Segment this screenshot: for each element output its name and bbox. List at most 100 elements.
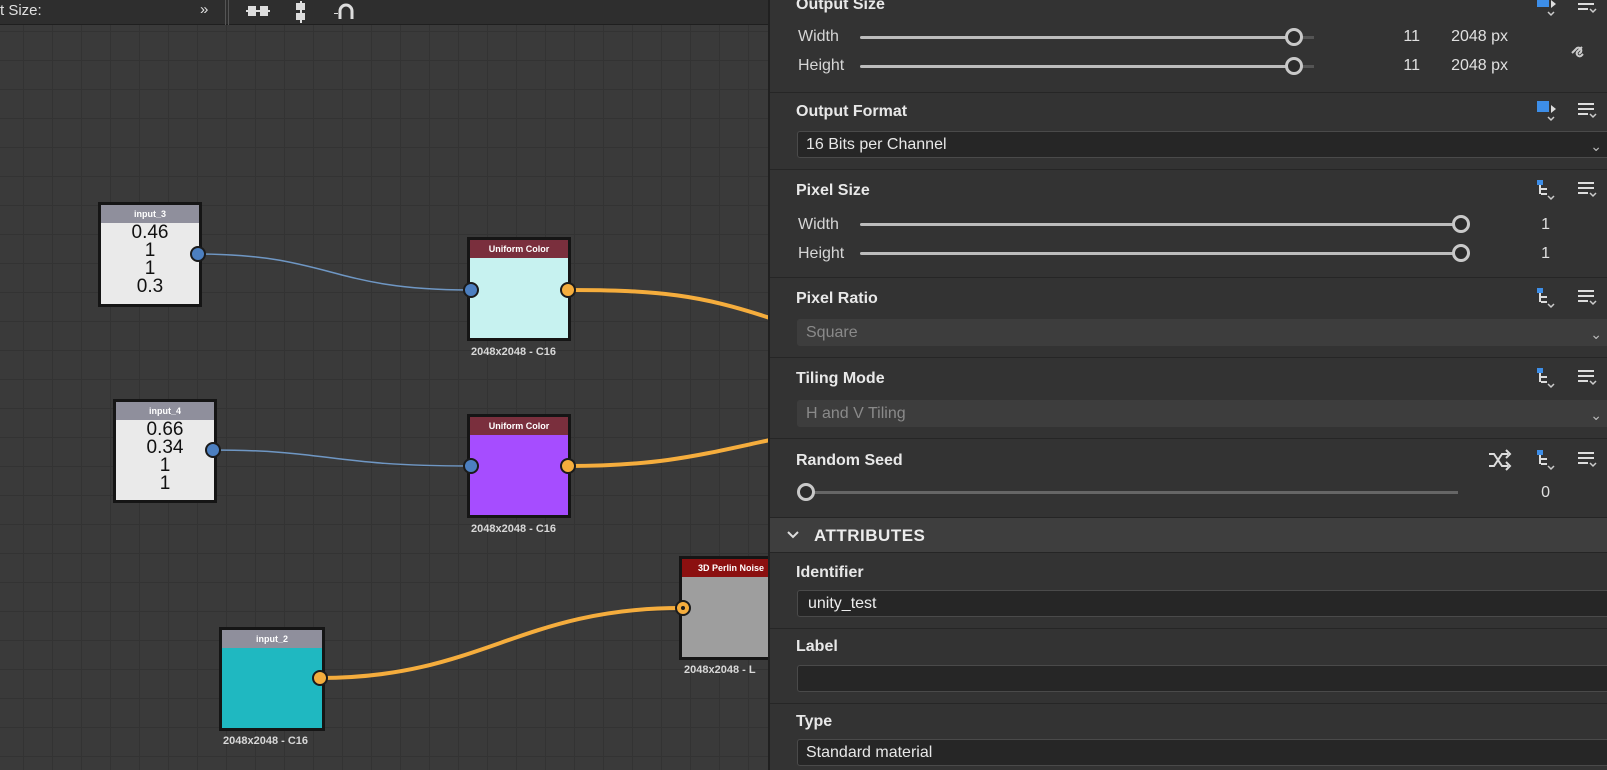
width-slider-knob[interactable]	[1285, 28, 1303, 46]
section-output-format: Output Format 16 Bits per Channel ⌄	[770, 93, 1607, 170]
section-title: Pixel Size	[796, 182, 870, 199]
node-title: input_4	[116, 402, 214, 420]
node-uniform-color-2[interactable]: Uniform Color	[467, 414, 571, 518]
height-px: 2048 px	[1451, 57, 1508, 74]
output-port[interactable]	[312, 670, 328, 686]
output-format-select[interactable]: 16 Bits per Channel ⌄	[797, 131, 1607, 158]
attributes-title: ATTRIBUTES	[814, 526, 926, 545]
section-tiling-mode: Tiling Mode H and V Tiling ⌄	[770, 359, 1607, 439]
align-horizontal-icon[interactable]	[246, 1, 270, 23]
section-identifier: Identifier unity_test	[770, 554, 1607, 629]
section-title: Output Format	[796, 103, 908, 120]
node-caption: 2048x2048 - C16	[471, 346, 557, 358]
options-menu-icon[interactable]	[1575, 366, 1603, 390]
output-port[interactable]	[560, 458, 576, 474]
node-title: input_3	[101, 205, 199, 223]
node-caption: 2048x2048 - C16	[471, 523, 557, 535]
input-port[interactable]	[675, 600, 691, 616]
chevron-down-icon	[786, 528, 800, 547]
identifier-input[interactable]: unity_test	[797, 590, 1607, 617]
input-port[interactable]	[463, 282, 479, 298]
output-size-label: t Size:	[0, 2, 42, 19]
height-slider-track[interactable]	[860, 65, 1292, 68]
width-label: Width	[798, 216, 839, 233]
seed-value[interactable]: 0	[1510, 484, 1550, 502]
node-uniform-color-1[interactable]: Uniform Color	[467, 237, 571, 341]
identifier-label: Identifier	[796, 564, 864, 581]
width-label: Width	[798, 28, 839, 45]
chevron-down-icon: ⌄	[1590, 407, 1602, 423]
inherit-parent-icon[interactable]	[1533, 99, 1561, 123]
label-label: Label	[796, 638, 838, 655]
pixel-width-slider-track[interactable]	[860, 223, 1458, 226]
options-menu-icon[interactable]	[1575, 99, 1603, 123]
node-3d-perlin-noise[interactable]: 3D Perlin Noise	[679, 556, 768, 660]
wire-input4-uniform2	[211, 449, 470, 467]
pixel-width-slider-knob[interactable]	[1452, 215, 1470, 233]
node-caption: 2048x2048 - C16	[223, 735, 309, 747]
options-menu-icon[interactable]	[1575, 0, 1603, 18]
width-px: 2048 px	[1451, 28, 1508, 45]
section-type: Type Standard material	[770, 705, 1607, 770]
wire-input2-perlin	[319, 606, 682, 680]
seed-slider-track[interactable]	[806, 491, 1458, 494]
node-caption: 2048x2048 - L	[684, 664, 756, 676]
output-port[interactable]	[205, 442, 221, 458]
tiling-mode-select[interactable]: H and V Tiling ⌄	[797, 400, 1607, 427]
height-label: Height	[798, 245, 845, 262]
options-menu-icon[interactable]	[1575, 448, 1603, 472]
pixel-ratio-select[interactable]: Square ⌄	[797, 319, 1607, 346]
hierarchy-icon[interactable]	[1533, 178, 1561, 202]
pixel-width-value[interactable]: 1	[1510, 216, 1550, 234]
attributes-header[interactable]: ATTRIBUTES	[770, 517, 1607, 553]
options-menu-icon[interactable]	[1575, 178, 1603, 202]
height-value[interactable]: 11	[1370, 57, 1420, 75]
section-pixel-size: Pixel Size Width 1 Height 1	[770, 171, 1607, 278]
label-input[interactable]	[797, 665, 1607, 692]
pixel-ratio-value: Square	[806, 324, 858, 341]
graph-wires	[195, 253, 768, 680]
section-title: Random Seed	[796, 452, 903, 469]
node-input-4[interactable]: input_4 0.66 0.34 1 1	[113, 399, 217, 503]
align-vertical-icon[interactable]	[290, 1, 314, 23]
type-select[interactable]: Standard material	[797, 739, 1607, 766]
output-port[interactable]	[560, 282, 576, 298]
width-slider-track[interactable]	[860, 36, 1292, 39]
magnet-icon[interactable]	[334, 1, 358, 23]
value-line: 1	[159, 473, 171, 494]
width-value[interactable]: 11	[1370, 28, 1420, 46]
graph-view[interactable]: input_3 0.46 1 1 0.3 input_4 0.66 0.34 1…	[0, 0, 768, 770]
output-format-value: 16 Bits per Channel	[806, 136, 947, 153]
wire-input3-uniform1	[195, 253, 470, 291]
section-output-size: Output Size Width 11 2048 px Height 11 2…	[770, 0, 1607, 93]
output-port[interactable]	[190, 246, 206, 262]
chevron-double-right-icon[interactable]: »	[200, 1, 208, 18]
value-line: 0.3	[136, 276, 164, 297]
node-title: input_2	[222, 630, 322, 648]
chevron-down-icon: ⌄	[1590, 326, 1602, 342]
pixel-height-value[interactable]: 1	[1510, 245, 1550, 263]
hierarchy-icon[interactable]	[1533, 286, 1561, 310]
node-input-2[interactable]: input_2	[219, 627, 325, 731]
options-menu-icon[interactable]	[1575, 286, 1603, 310]
node-input-3[interactable]: input_3 0.46 1 1 0.3	[98, 202, 202, 307]
height-slider-knob[interactable]	[1285, 57, 1303, 75]
type-label: Type	[796, 713, 833, 730]
hierarchy-icon[interactable]	[1533, 366, 1561, 390]
node-title: Uniform Color	[470, 417, 568, 435]
hierarchy-icon[interactable]	[1533, 448, 1561, 472]
seed-slider-knob[interactable]	[797, 483, 815, 501]
link-icon[interactable]	[1566, 39, 1594, 63]
node-values: 0.66 0.34 1 1	[116, 420, 214, 500]
pixel-height-slider-knob[interactable]	[1452, 244, 1470, 262]
pixel-height-slider-track[interactable]	[860, 252, 1458, 255]
toolbar-separator	[225, 0, 229, 25]
shuffle-icon[interactable]	[1486, 448, 1514, 472]
inherit-parent-icon[interactable]	[1533, 0, 1561, 18]
section-random-seed: Random Seed 0	[770, 440, 1607, 517]
section-title: Output Size	[796, 0, 885, 13]
input-port[interactable]	[463, 458, 479, 474]
section-pixel-ratio: Pixel Ratio Square ⌄	[770, 279, 1607, 358]
section-title: Tiling Mode	[796, 370, 885, 387]
tiling-mode-value: H and V Tiling	[806, 405, 906, 422]
